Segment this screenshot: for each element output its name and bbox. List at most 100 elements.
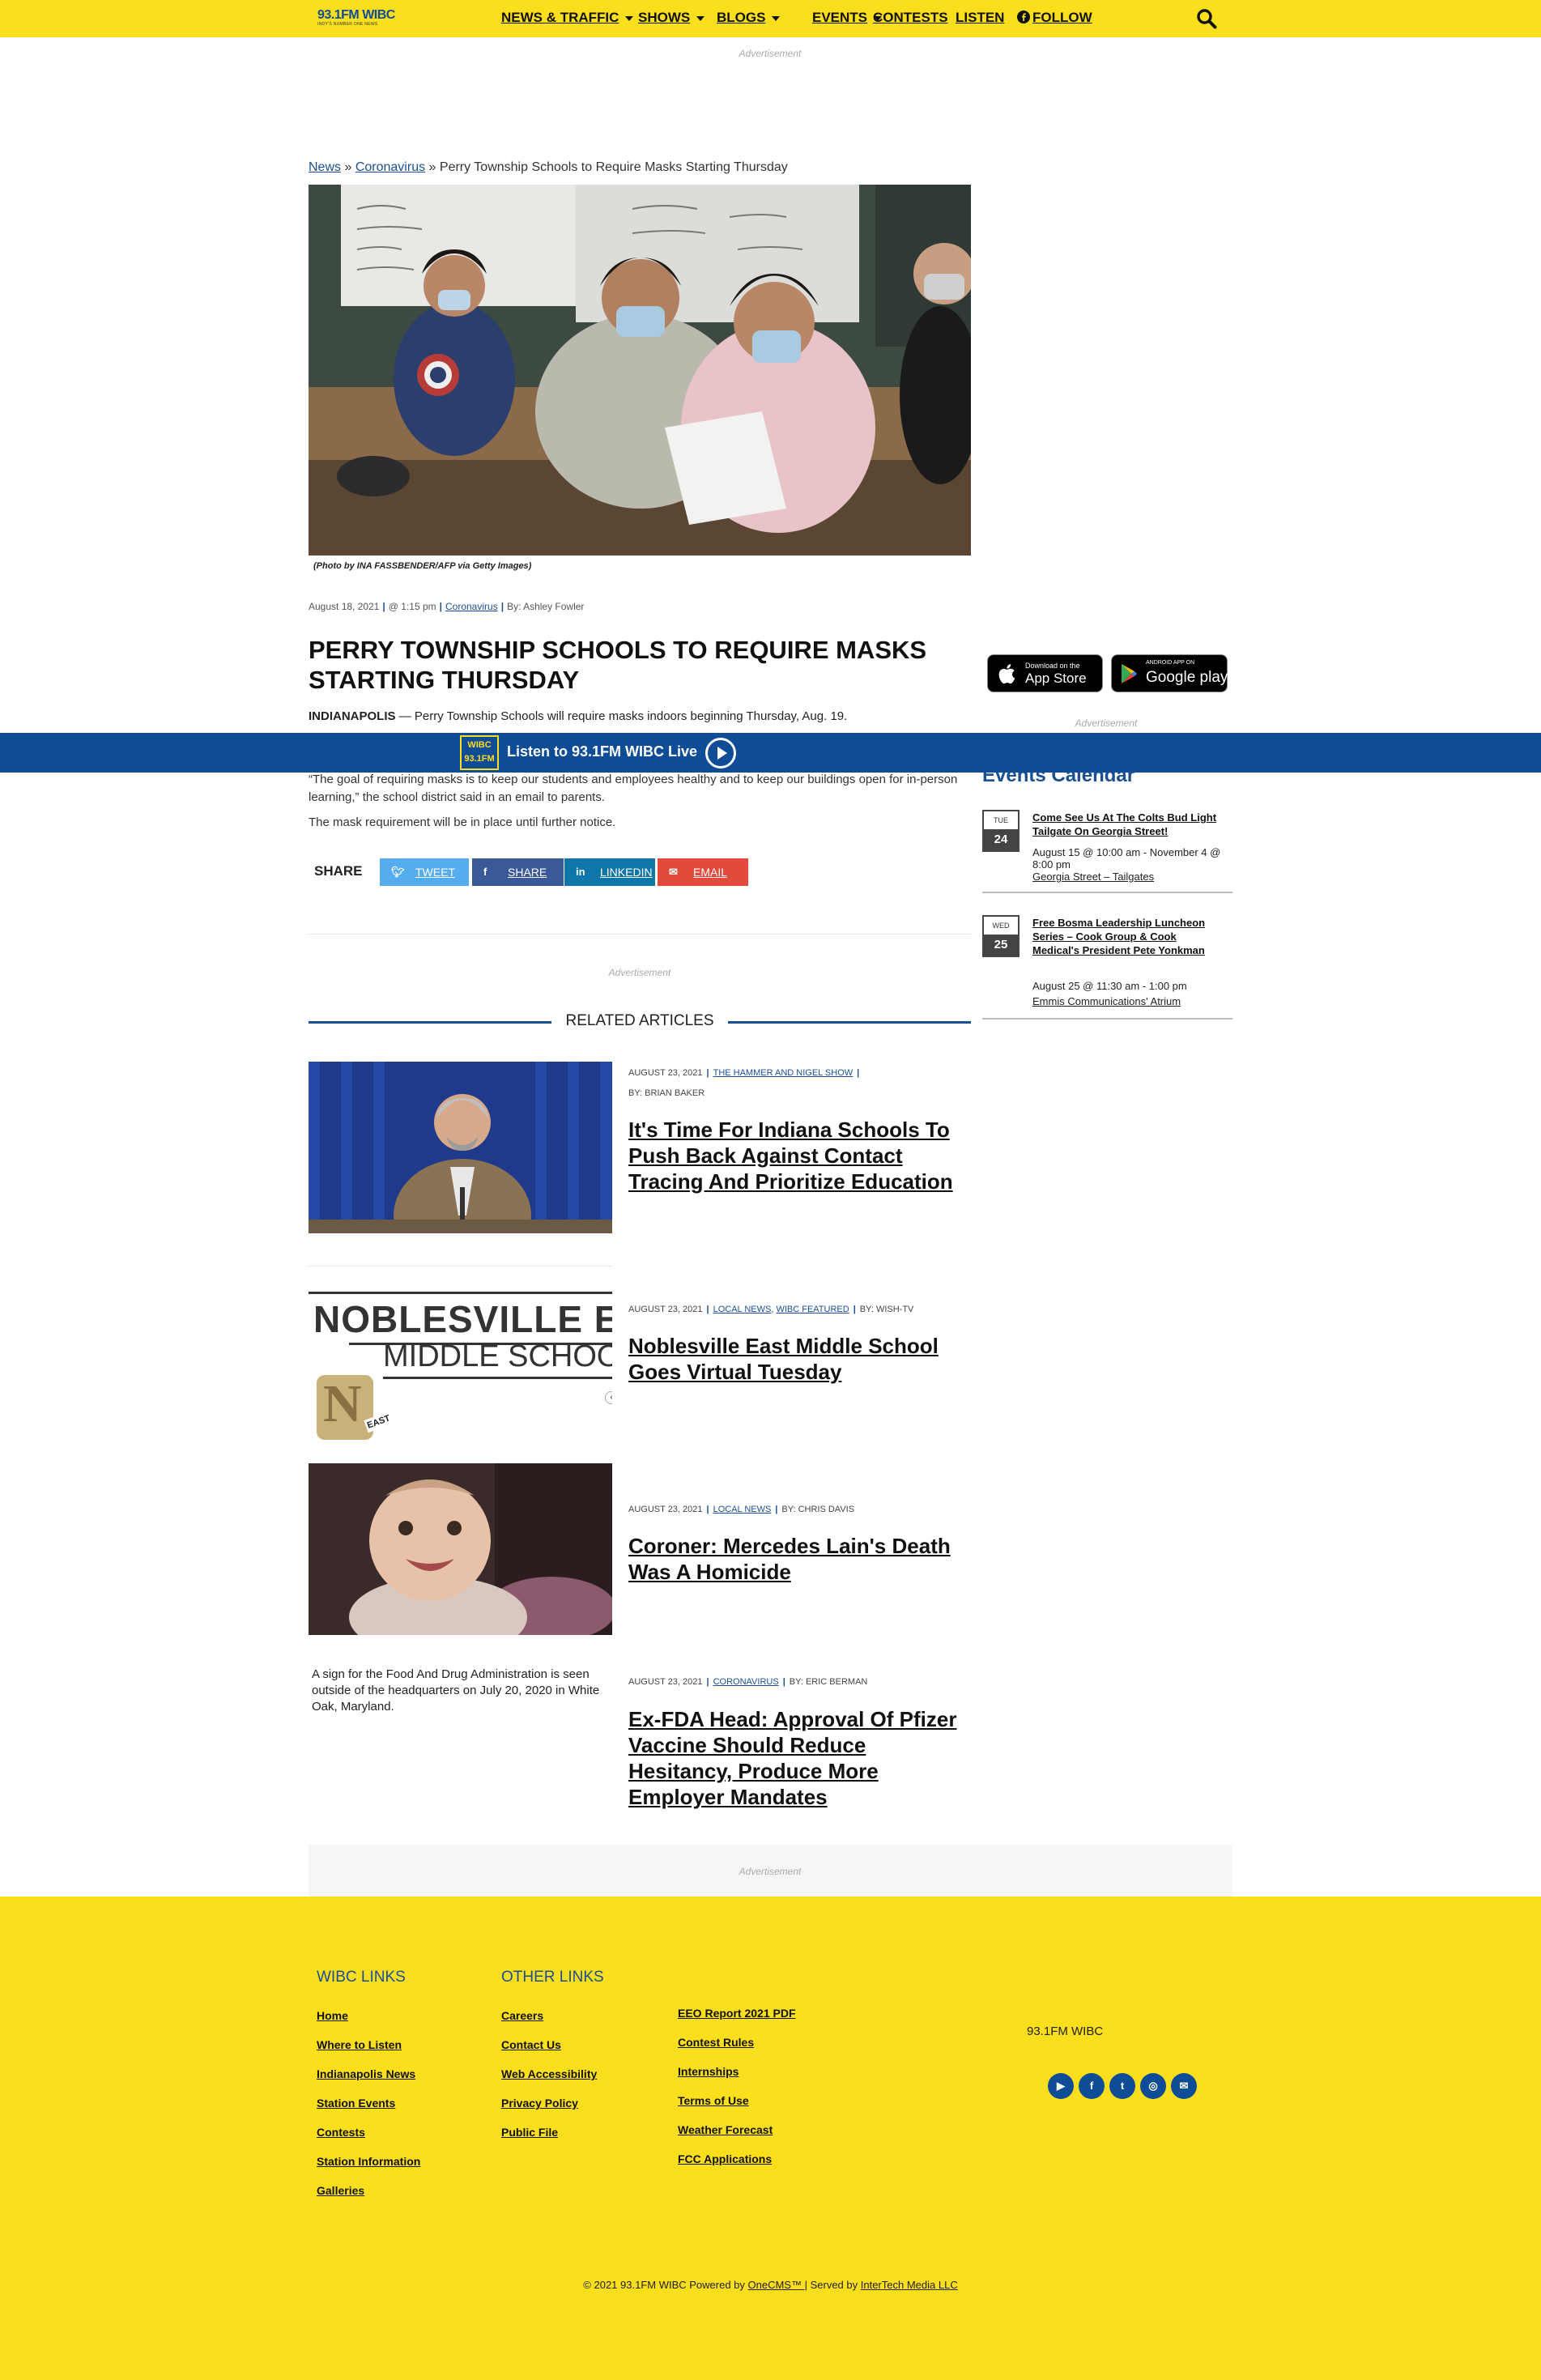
event-weekday: WED (992, 922, 1010, 930)
related-article-thumbnail[interactable]: NOBLESVILLE EA MIDDLE SCHOOL N EAST ‹ (309, 1278, 612, 1450)
footer-link[interactable]: Contests (317, 2126, 365, 2139)
related-article-meta: AUGUST 23, 2021 | LOCAL NEWS, WIBC FEATURE… (628, 1305, 914, 1314)
meta-separator: | (500, 601, 504, 612)
related-byline: BY: BRIAN BAKER (628, 1088, 705, 1098)
site-footer (0, 1897, 1541, 2380)
related-article-meta: AUGUST 23, 2021 | CORONAVIRUS | BY: ERIC BER… (628, 1677, 867, 1687)
article-lead-paragraph: INDIANAPOLIS — Perry Township Schools wi… (309, 709, 971, 723)
nav-label: FOLLOW (1032, 10, 1092, 25)
breadcrumb: News » Coronavirus » Perry Township Scho… (309, 160, 788, 175)
footer-link[interactable]: EEO Report 2021 PDF (678, 2007, 796, 2020)
meta-separator: | (706, 1505, 709, 1514)
related-date: AUGUST 23, 2021 (628, 1305, 703, 1314)
article-paragraph: The mask requirement will be in place un… (309, 815, 616, 829)
nav-blogs[interactable]: BLOGS (717, 10, 781, 26)
email-share-button[interactable]: ✉ EMAIL (658, 858, 748, 886)
footer-link[interactable]: Internships (678, 2065, 739, 2078)
related-article-thumbnail[interactable] (309, 1062, 612, 1233)
event-title-link[interactable]: Come See Us At The Colts Bud Light Tailg… (1032, 811, 1231, 838)
youtube-icon[interactable]: ▶ (1048, 2073, 1074, 2099)
tweet-label: TWEET (415, 866, 455, 879)
onecms-link[interactable]: OneCMS™ | (748, 2279, 807, 2291)
event-title-link[interactable]: Free Bosma Leadership Luncheon Series – … (1032, 916, 1215, 957)
facebook-share-button[interactable]: f SHARE (472, 858, 564, 886)
related-article-title[interactable]: Noblesville East Middle School Goes Virt… (628, 1333, 973, 1385)
share-label-text: SHARE (508, 866, 547, 879)
footer-link[interactable]: Public File (501, 2126, 558, 2139)
linkedin-share-button[interactable]: in LINKEDIN (564, 858, 655, 886)
tweet-button[interactable]: 🐦︎ TWEET (380, 858, 469, 886)
nav-shows[interactable]: SHOWS (638, 10, 705, 26)
twitter-icon[interactable]: t (1109, 2073, 1135, 2099)
related-category-link[interactable]: LOCAL NEWS (713, 1305, 772, 1314)
breadcrumb-coronavirus[interactable]: Coronavirus (355, 160, 425, 174)
related-category-link[interactable]: LOCAL NEWS (713, 1505, 772, 1514)
breadcrumb-news[interactable]: News (309, 160, 341, 174)
footer-link[interactable]: Station Events (317, 2097, 395, 2110)
footer-link[interactable]: Where to Listen (317, 2038, 402, 2051)
footer-link[interactable]: Weather Forecast (678, 2123, 773, 2136)
logo-text: 93.1FM WIBC (317, 8, 395, 22)
article-category-link[interactable]: Coronavirus (445, 601, 498, 612)
footer-link[interactable]: FCC Applications (678, 2152, 772, 2165)
related-category-link[interactable]: THE HAMMER AND NIGEL SHOW (713, 1068, 854, 1078)
google-play-badge[interactable]: ANDROID APP ON Google play (1111, 654, 1228, 692)
footer-link[interactable]: Careers (501, 2009, 543, 2022)
footer-link[interactable]: Station Information (317, 2155, 420, 2168)
event-location-link[interactable]: Georgia Street – Tailgates (1032, 871, 1154, 883)
footer-link[interactable]: Home (317, 2009, 348, 2022)
nav-label: CONTESTS (873, 10, 948, 25)
related-article-title[interactable]: It's Time For Indiana Schools To Push Ba… (628, 1117, 973, 1194)
footer-link[interactable]: Privacy Policy (501, 2097, 578, 2110)
divider (309, 1266, 612, 1267)
event-date-box: WED 25 (982, 915, 1020, 957)
event-location-link[interactable]: Emmis Communications' Atrium (1032, 995, 1181, 1007)
article-title: PERRY TOWNSHIP SCHOOLS TO REQUIRE MASKS … (309, 636, 927, 694)
appstore-small-text: Download on the (1025, 662, 1080, 670)
intertech-link[interactable]: InterTech Media LLC (861, 2279, 958, 2291)
google-play-icon (1122, 664, 1137, 683)
email-icon[interactable]: ✉ (1171, 2073, 1197, 2099)
chevron-down-icon (696, 15, 705, 21)
related-date: AUGUST 23, 2021 (628, 1068, 703, 1078)
facebook-icon[interactable]: f (1079, 2073, 1105, 2099)
chevron-down-icon (625, 15, 634, 21)
footer-link[interactable]: Terms of Use (678, 2094, 749, 2107)
related-article-title[interactable]: Ex-FDA Head: Approval Of Pfizer Vaccine … (628, 1706, 973, 1810)
nav-news-traffic[interactable]: NEWS & TRAFFIC (501, 10, 634, 26)
twitter-icon: 🐦︎ (391, 866, 405, 878)
meta-separator: | (853, 1305, 856, 1314)
email-label: EMAIL (693, 866, 728, 879)
listen-live-bar[interactable] (0, 733, 1541, 773)
related-byline: BY: CHRIS DAVIS (781, 1505, 855, 1514)
nav-follow[interactable]: FOLLOW (1017, 10, 1092, 26)
play-icon[interactable] (705, 738, 736, 768)
nav-events[interactable]: EVENTS (812, 10, 883, 26)
related-articles-heading: RELATED ARTICLES (565, 1012, 714, 1029)
related-article-title[interactable]: Coroner: Mercedes Lain's Death Was A Hom… (628, 1533, 973, 1585)
related-article-thumbnail[interactable] (309, 1463, 612, 1635)
footer-wibc-links-title: WIBC LINKS (317, 1969, 406, 1986)
footer-link[interactable]: Web Accessibility (501, 2067, 597, 2080)
instagram-icon[interactable]: ◎ (1140, 2073, 1166, 2099)
photo-credit: (Photo by INA FASSBENDER/AFP via Getty I… (313, 561, 532, 571)
footer-link[interactable]: Indianapolis News (317, 2067, 415, 2080)
related-date: AUGUST 23, 2021 (628, 1505, 703, 1514)
meta-separator: | (775, 1505, 778, 1514)
thumbnail-text: MIDDLE SCHOOL (383, 1339, 612, 1373)
related-image-caption: A sign for the Food And Drug Administrat… (312, 1667, 600, 1714)
footer-other-links-title: OTHER LINKS (501, 1969, 604, 1986)
chevron-left-icon[interactable]: ‹ (605, 1391, 612, 1404)
footer-link[interactable]: Contest Rules (678, 2036, 754, 2049)
station-logo[interactable]: 93.1FM WIBC Indy's Number One News (317, 9, 402, 28)
app-store-badge[interactable]: Download on the App Store (987, 654, 1103, 692)
search-icon[interactable] (1196, 8, 1217, 29)
appstore-big-text: App Store (1025, 671, 1087, 686)
nav-listen[interactable]: LISTEN (956, 10, 1004, 26)
listen-live-label[interactable]: Listen to 93.1FM WIBC Live (507, 743, 697, 760)
related-category-link[interactable]: WIBC FEATURED (776, 1305, 849, 1314)
footer-link[interactable]: Contact Us (501, 2038, 561, 2051)
nav-contests[interactable]: CONTESTS (873, 10, 948, 26)
footer-link[interactable]: Galleries (317, 2184, 364, 2197)
related-category-link[interactable]: CORONAVIRUS (713, 1677, 779, 1687)
